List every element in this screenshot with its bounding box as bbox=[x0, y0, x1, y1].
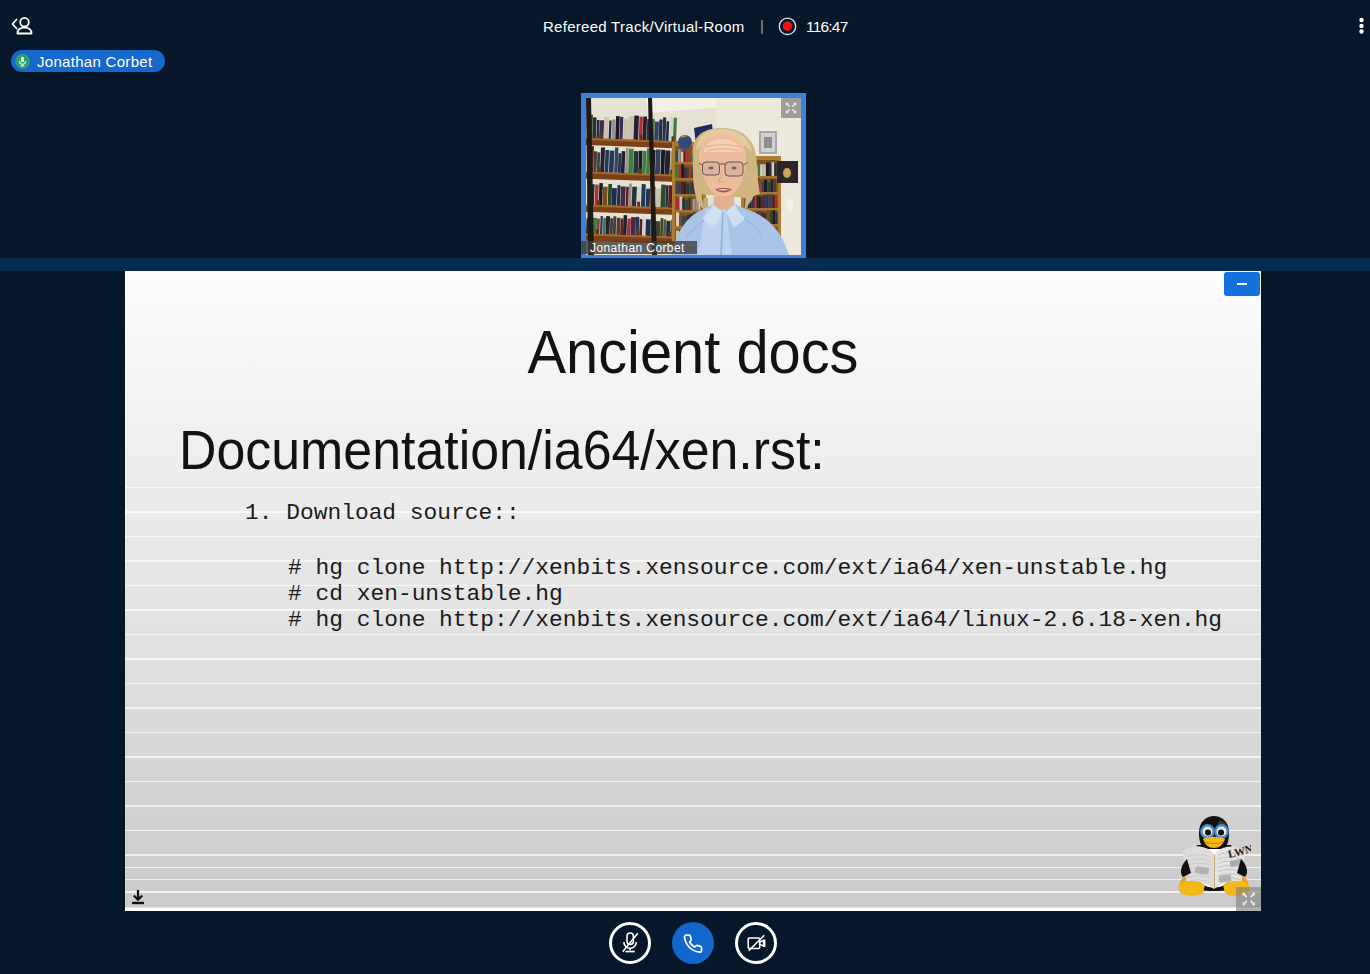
svg-text:LWN: LWN bbox=[1227, 842, 1251, 860]
